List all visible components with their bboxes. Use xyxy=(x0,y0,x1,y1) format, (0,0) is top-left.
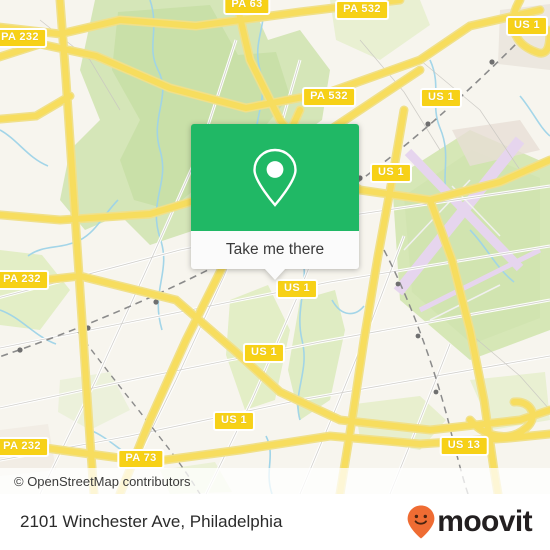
road-shield: PA 232 xyxy=(0,437,49,457)
road-shield: PA 73 xyxy=(117,449,165,469)
footer-bar: 2101 Winchester Ave, Philadelphia moovit xyxy=(0,494,550,550)
road-shield: PA 232 xyxy=(0,270,49,290)
map-attribution-bar: © OpenStreetMap contributors xyxy=(0,468,550,494)
road-shield: US 1 xyxy=(212,411,256,431)
road-shield: PA 532 xyxy=(335,0,389,20)
map-pin-icon xyxy=(253,148,297,207)
road-shield: US 1 xyxy=(242,343,286,363)
popup-icon-panel xyxy=(191,124,359,231)
road-shield: US 13 xyxy=(439,436,489,456)
moovit-pin-smile-icon xyxy=(407,505,435,539)
popup-pointer xyxy=(264,268,286,280)
location-address-label: 2101 Winchester Ave, Philadelphia xyxy=(20,512,283,531)
road-shield: US 1 xyxy=(369,163,413,183)
road-shield: PA 532 xyxy=(302,87,356,107)
road-shield: PA 232 xyxy=(0,28,47,48)
moovit-logo[interactable]: moovit xyxy=(406,504,533,540)
moovit-wordmark: moovit xyxy=(437,505,532,538)
take-me-there-label: Take me there xyxy=(225,241,325,258)
road-shield: US 1 xyxy=(275,279,319,299)
take-me-there-button[interactable]: Take me there xyxy=(191,231,359,269)
take-me-there-popup[interactable]: Take me there xyxy=(191,124,359,280)
road-shield: PA 63 xyxy=(223,0,271,15)
road-shield: US 1 xyxy=(505,16,549,36)
osm-attribution-text[interactable]: © OpenStreetMap contributors xyxy=(14,474,191,489)
map-canvas[interactable]: PA 232 PA 63 PA 532 PA 532 US 1 US 1 US 1 US 1 U… xyxy=(0,0,550,494)
road-shield: US 1 xyxy=(419,88,463,108)
